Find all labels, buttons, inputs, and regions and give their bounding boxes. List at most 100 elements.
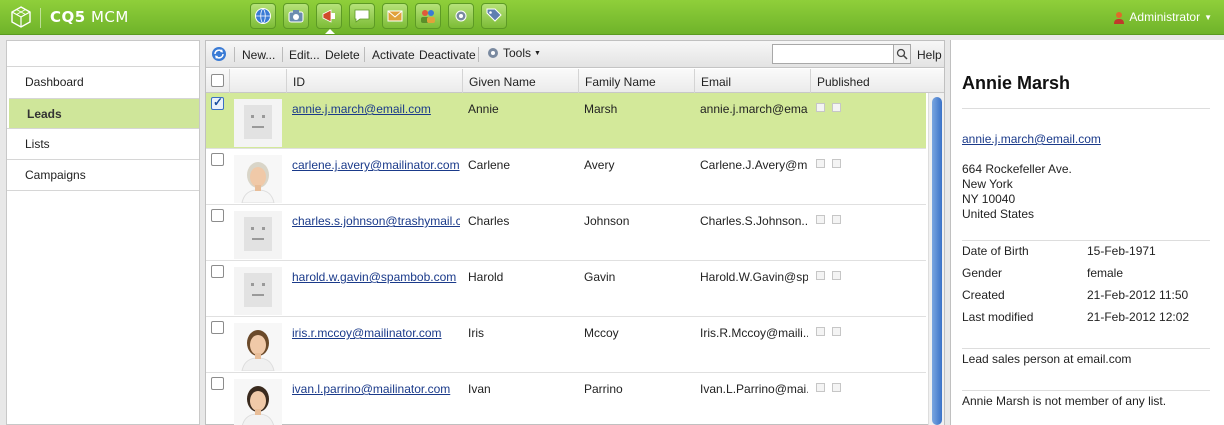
detail-field-label: Last modified xyxy=(962,310,1034,324)
published-checkbox xyxy=(832,159,841,168)
grid-header: ID Given Name Family Name Email Publishe… xyxy=(206,69,944,93)
detail-name: Annie Marsh xyxy=(962,73,1071,93)
cell-id[interactable]: iris.r.mccoy@mailinator.com xyxy=(292,326,460,340)
detail-address-line: United States xyxy=(962,207,1035,221)
cell-email: annie.j.march@ema... xyxy=(700,102,808,116)
scrollbar-thumb[interactable] xyxy=(932,97,942,425)
column-header-avatar xyxy=(229,69,286,93)
avatar-placeholder-icon xyxy=(234,211,282,259)
chevron-down-icon: ▼ xyxy=(1204,12,1212,22)
row-checkbox[interactable] xyxy=(211,95,224,110)
cell-email: Iris.R.Mccoy@maili... xyxy=(700,326,808,340)
new-button[interactable]: New... xyxy=(242,48,275,62)
tools-label: Tools xyxy=(503,46,532,60)
chevron-down-icon: ▼ xyxy=(534,49,541,57)
sidebar-divider xyxy=(7,190,199,191)
cell-id[interactable]: carlene.j.avery@mailinator.com xyxy=(292,158,460,172)
cell-given-name: Carlene xyxy=(468,158,511,172)
published-checkbox xyxy=(832,327,841,336)
sidebar-item-lists[interactable]: Lists xyxy=(7,128,199,158)
detail-field-value: female xyxy=(1087,266,1124,280)
row-checkbox[interactable] xyxy=(211,377,224,390)
help-button[interactable]: Help xyxy=(917,48,942,62)
cell-id[interactable]: ivan.l.parrino@mailinator.com xyxy=(292,382,460,396)
inbox-button[interactable] xyxy=(382,3,408,29)
deactivate-button[interactable]: Deactivate xyxy=(419,48,476,62)
detail-field-value: 21-Feb-2012 11:50 xyxy=(1087,288,1189,302)
detail-address-line: 664 Rockefeller Ave. xyxy=(962,162,1072,176)
row-checkbox[interactable] xyxy=(211,209,224,222)
cell-email: Carlene.J.Avery@m... xyxy=(700,158,808,172)
sidebar-item-campaigns[interactable]: Campaigns xyxy=(7,159,199,189)
app-launcher xyxy=(250,3,507,34)
table-row[interactable]: carlene.j.avery@mailinator.com Carlene Ave… xyxy=(206,149,926,205)
toolbar-divider xyxy=(364,47,365,62)
cell-email: Harold.W.Gavin@sp... xyxy=(700,270,808,284)
tools-button[interactable] xyxy=(448,3,474,29)
detail-field-value: 15-Feb-1971 xyxy=(1087,244,1156,258)
detail-email-link[interactable]: annie.j.march@email.com xyxy=(962,132,1101,146)
avatar-placeholder-icon xyxy=(234,99,282,147)
divider xyxy=(962,390,1210,391)
cell-id[interactable]: annie.j.march@email.com xyxy=(292,102,460,116)
cell-family-name: Marsh xyxy=(584,102,618,116)
cell-given-name: Ivan xyxy=(468,382,491,396)
toolbar: New... Edit... Delete Activate Deactivat… xyxy=(206,41,944,68)
cell-id[interactable]: charles.s.johnson@trashymail.c... xyxy=(292,214,460,228)
table-row[interactable]: harold.w.gavin@spambob.com Harold Gavin Har… xyxy=(206,261,926,317)
published-checkbox xyxy=(816,159,825,168)
published-checkbox xyxy=(816,215,825,224)
detail-field-label: Gender xyxy=(962,266,1003,280)
search-input[interactable] xyxy=(772,44,894,64)
row-checkbox[interactable] xyxy=(211,153,224,166)
select-all-checkbox[interactable] xyxy=(211,74,224,87)
table-row[interactable]: annie.j.march@email.com Annie Marsh annie.j… xyxy=(206,93,926,149)
column-header-published[interactable]: Published xyxy=(810,69,926,93)
column-header-email[interactable]: Email xyxy=(694,69,810,93)
published-checkbox xyxy=(816,103,825,112)
column-header-given-name[interactable]: Given Name xyxy=(462,69,578,93)
cell-given-name: Harold xyxy=(468,270,504,284)
user-menu[interactable]: Administrator ▼ xyxy=(1113,10,1212,24)
published-checkbox xyxy=(832,215,841,224)
published-checkbox xyxy=(832,271,841,280)
tagging-icon xyxy=(486,8,502,22)
grid-scrollbar[interactable] xyxy=(928,93,944,425)
delete-button[interactable]: Delete xyxy=(325,48,360,62)
avatar xyxy=(234,379,282,425)
cell-family-name: Parrino xyxy=(584,382,623,396)
users-button[interactable] xyxy=(415,3,441,29)
cell-family-name: Johnson xyxy=(584,214,630,228)
row-checkbox[interactable] xyxy=(211,265,224,278)
tagging-button[interactable] xyxy=(481,3,507,29)
tools-menu-button[interactable]: Tools ▼ xyxy=(486,46,541,60)
sidebar: Dashboard Leads Lists Campaigns xyxy=(6,40,200,425)
cell-id[interactable]: harold.w.gavin@spambob.com xyxy=(292,270,460,284)
table-row[interactable]: charles.s.johnson@trashymail.c... Charles… xyxy=(206,205,926,261)
sidebar-item-leads[interactable]: Leads xyxy=(9,98,199,128)
detail-address-line: New York xyxy=(962,177,1013,191)
activate-button[interactable]: Activate xyxy=(372,48,415,62)
top-bar: CQ5 MCM Administrator ▼ xyxy=(0,0,1224,35)
websites-button[interactable] xyxy=(250,3,276,29)
published-checkbox xyxy=(816,383,825,392)
cell-given-name: Annie xyxy=(468,102,499,116)
community-button[interactable] xyxy=(349,3,375,29)
table-row[interactable]: ivan.l.parrino@mailinator.com Ivan Parrino… xyxy=(206,373,926,425)
cell-given-name: Iris xyxy=(468,326,484,340)
edit-button[interactable]: Edit... xyxy=(289,48,320,62)
search-button[interactable] xyxy=(893,44,911,64)
detail-address-line: NY 10040 xyxy=(962,192,1016,206)
sidebar-item-dashboard[interactable]: Dashboard xyxy=(7,66,199,96)
toolbar-divider xyxy=(478,47,479,62)
refresh-icon[interactable] xyxy=(211,46,227,62)
gear-icon xyxy=(488,48,498,58)
detail-field-label: Date of Birth xyxy=(962,244,1029,258)
column-header-family-name[interactable]: Family Name xyxy=(578,69,694,93)
avatar-placeholder-icon xyxy=(234,267,282,315)
column-header-id[interactable]: ID xyxy=(286,69,462,93)
campaigns-button[interactable] xyxy=(316,3,342,34)
digital-assets-button[interactable] xyxy=(283,3,309,29)
table-row[interactable]: iris.r.mccoy@mailinator.com Iris Mccoy Iris… xyxy=(206,317,926,373)
row-checkbox[interactable] xyxy=(211,321,224,334)
